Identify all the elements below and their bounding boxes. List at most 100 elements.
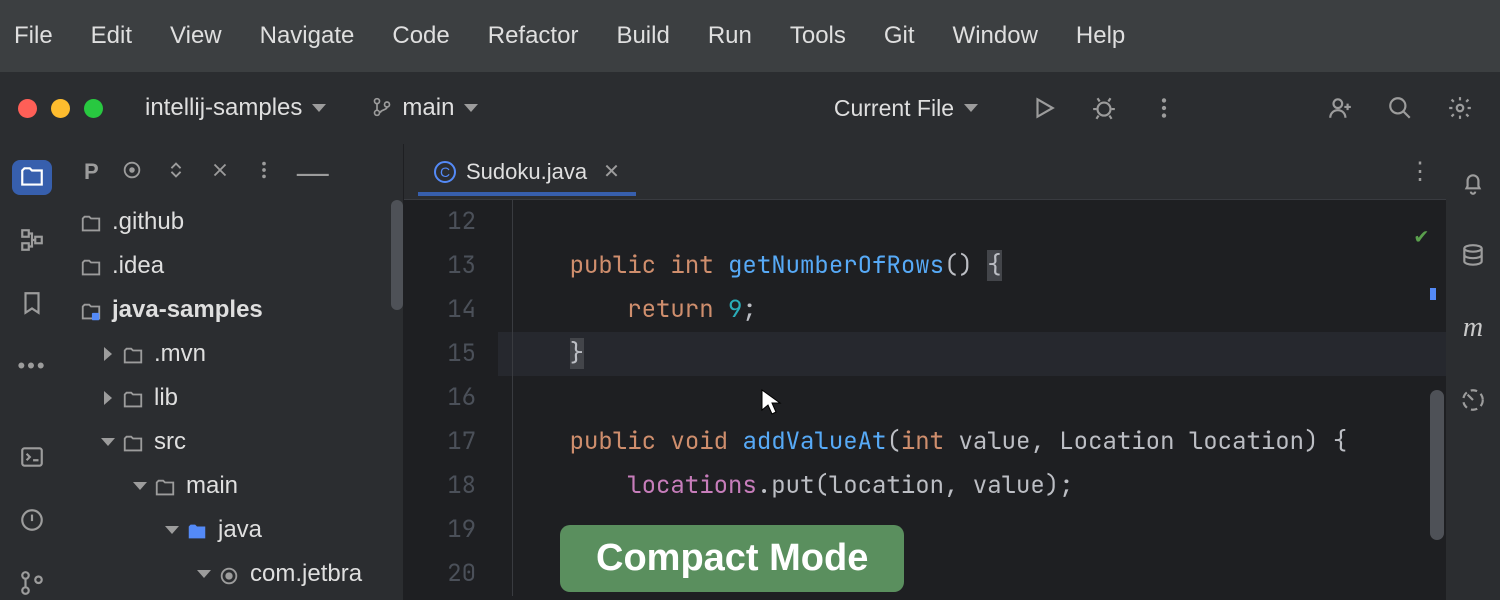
- chevron-right-icon: [104, 347, 112, 361]
- ide-window: intellij-samples main Current File: [0, 72, 1500, 600]
- menu-view[interactable]: View: [170, 22, 222, 50]
- window-close-button[interactable]: [18, 99, 37, 118]
- titlebar: intellij-samples main Current File: [0, 72, 1500, 144]
- chevron-down-icon: [964, 104, 978, 112]
- tree-label: src: [154, 428, 186, 456]
- structure-tool-button[interactable]: [12, 223, 52, 258]
- tree-item-lib[interactable]: lib: [64, 376, 403, 420]
- menu-edit[interactable]: Edit: [91, 22, 132, 50]
- menu-build[interactable]: Build: [616, 22, 669, 50]
- menu-refactor[interactable]: Refactor: [488, 22, 579, 50]
- menu-help[interactable]: Help: [1076, 22, 1125, 50]
- hide-panel-icon[interactable]: —: [297, 154, 329, 191]
- folder-icon: [122, 345, 144, 363]
- search-button[interactable]: [1378, 86, 1422, 130]
- folder-icon: [122, 389, 144, 407]
- debug-button[interactable]: [1082, 86, 1126, 130]
- line-number: 14: [404, 288, 476, 332]
- tree-item-package[interactable]: com.jetbra: [64, 552, 403, 596]
- line-number: 17: [404, 420, 476, 464]
- collapse-all-icon[interactable]: [209, 159, 231, 186]
- project-picker[interactable]: intellij-samples: [145, 94, 326, 122]
- package-icon: [218, 565, 240, 583]
- settings-button[interactable]: [1438, 86, 1482, 130]
- menu-git[interactable]: Git: [884, 22, 915, 50]
- left-toolbar: •••: [0, 144, 64, 600]
- compact-mode-banner: Compact Mode: [560, 525, 904, 592]
- banner-text: Compact Mode: [596, 537, 868, 579]
- tab-options-icon[interactable]: ⋮: [1408, 157, 1432, 186]
- line-number: 16: [404, 376, 476, 420]
- folder-icon: [154, 477, 176, 495]
- tree-label: com.jetbra: [250, 560, 362, 588]
- problems-tool-button[interactable]: [12, 502, 52, 537]
- folder-icon: [80, 213, 102, 231]
- select-opened-file-icon[interactable]: [121, 159, 143, 186]
- right-toolbar: m: [1446, 144, 1500, 600]
- project-tree[interactable]: .github .idea java-samples .mvn: [64, 200, 403, 600]
- chevron-down-icon: [197, 570, 211, 578]
- tree-label: lib: [154, 384, 178, 412]
- expand-all-icon[interactable]: [165, 159, 187, 186]
- tab-sudoku[interactable]: C Sudoku.java ✕: [418, 149, 636, 195]
- branch-name: main: [402, 94, 454, 122]
- line-number: 19: [404, 508, 476, 552]
- more-tools-button[interactable]: •••: [12, 349, 52, 384]
- tab-label: Sudoku.java: [466, 159, 587, 185]
- run-button[interactable]: [1022, 86, 1066, 130]
- tree-item-mvn[interactable]: .mvn: [64, 332, 403, 376]
- project-panel-title: P: [84, 159, 99, 185]
- menu-file[interactable]: File: [14, 22, 53, 50]
- bookmarks-tool-button[interactable]: [12, 286, 52, 321]
- tree-scrollbar[interactable]: [391, 200, 403, 310]
- tree-label: .idea: [112, 252, 164, 280]
- line-number: 18: [404, 464, 476, 508]
- class-icon: C: [434, 161, 456, 183]
- tree-item-java-samples[interactable]: java-samples: [64, 288, 403, 332]
- menu-code[interactable]: Code: [392, 22, 449, 50]
- tree-label: java-samples: [112, 296, 263, 324]
- chevron-down-icon: [312, 104, 326, 112]
- gutter: 12 13 14 15 16 17 18 19 20: [404, 200, 498, 600]
- line-number: 12: [404, 200, 476, 244]
- database-button[interactable]: [1451, 234, 1495, 278]
- chevron-down-icon: [133, 482, 147, 490]
- source-folder-icon: [186, 521, 208, 539]
- panel-options-icon[interactable]: [253, 159, 275, 186]
- window-minimize-button[interactable]: [51, 99, 70, 118]
- coverage-button[interactable]: [1451, 378, 1495, 422]
- window-zoom-button[interactable]: [84, 99, 103, 118]
- module-icon: [80, 301, 102, 319]
- project-tool-button[interactable]: [12, 160, 52, 195]
- code-with-me-button[interactable]: [1318, 86, 1362, 130]
- tree-item-src[interactable]: src: [64, 420, 403, 464]
- editor-tabs: C Sudoku.java ✕ ⋮: [404, 144, 1446, 200]
- menu-tools[interactable]: Tools: [790, 22, 846, 50]
- chevron-down-icon: [165, 526, 179, 534]
- tree-item-main[interactable]: main: [64, 464, 403, 508]
- tree-item-java[interactable]: java: [64, 508, 403, 552]
- notifications-button[interactable]: [1451, 162, 1495, 206]
- line-number: 15: [404, 332, 476, 376]
- menu-navigate[interactable]: Navigate: [260, 22, 355, 50]
- menu-run[interactable]: Run: [708, 22, 752, 50]
- folder-icon: [122, 433, 144, 451]
- menu-window[interactable]: Window: [953, 22, 1038, 50]
- line-number: 20: [404, 552, 476, 596]
- folder-icon: [80, 257, 102, 275]
- tree-label: .mvn: [154, 340, 206, 368]
- tree-label: main: [186, 472, 238, 500]
- close-tab-icon[interactable]: ✕: [603, 159, 620, 184]
- maven-button[interactable]: m: [1451, 306, 1495, 350]
- tree-item-github[interactable]: .github: [64, 200, 403, 244]
- terminal-tool-button[interactable]: [12, 439, 52, 474]
- more-actions-button[interactable]: [1142, 86, 1186, 130]
- chevron-right-icon: [104, 391, 112, 405]
- chevron-down-icon: [101, 438, 115, 446]
- git-tool-button[interactable]: [12, 565, 52, 600]
- branch-picker[interactable]: main: [372, 94, 478, 122]
- chevron-down-icon: [464, 104, 478, 112]
- tree-item-idea[interactable]: .idea: [64, 244, 403, 288]
- project-name: intellij-samples: [145, 94, 302, 122]
- run-config-picker[interactable]: Current File: [834, 95, 978, 122]
